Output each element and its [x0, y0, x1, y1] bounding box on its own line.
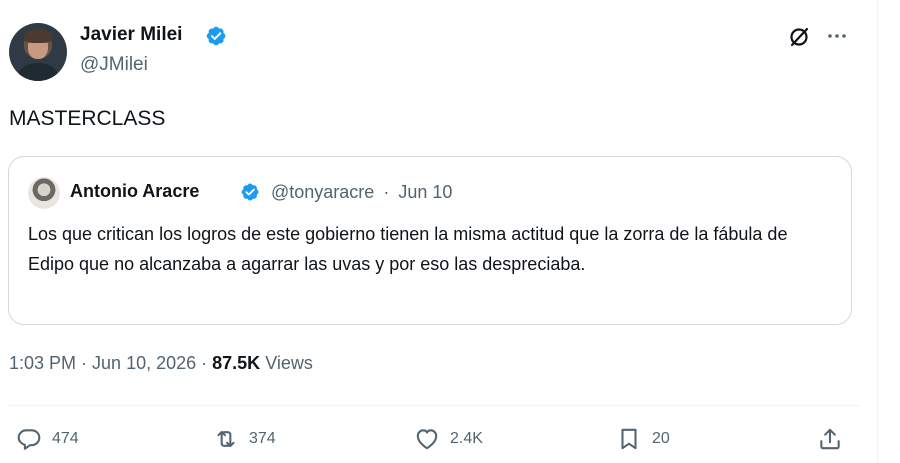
- quoted-author-name: Antonio Aracre: [70, 181, 200, 201]
- quoted-date[interactable]: Jun 10: [398, 182, 452, 202]
- more-icon[interactable]: [826, 25, 848, 47]
- grok-icon[interactable]: [788, 26, 810, 48]
- retweet-count: 374: [249, 430, 276, 447]
- tweet-text: MASTERCLASS: [9, 107, 166, 130]
- quoted-meta: @tonyaracre · Jun 10: [271, 182, 452, 203]
- reply-button[interactable]: 474: [16, 425, 79, 453]
- views-label: Views: [260, 353, 313, 373]
- meta-separator: ·: [196, 353, 213, 373]
- views-count[interactable]: 87.5K: [212, 353, 260, 373]
- quoted-tweet-card[interactable]: Antonio Aracre @tonyaracre · Jun 10 Los …: [8, 156, 852, 325]
- bookmark-count: 20: [652, 430, 670, 447]
- tweet-date[interactable]: Jun 10, 2026: [92, 353, 196, 373]
- quoted-handle: @tonyaracre: [271, 182, 375, 202]
- quoted-author-avatar[interactable]: [28, 177, 60, 209]
- share-button[interactable]: [817, 425, 843, 453]
- reply-icon: [17, 429, 41, 450]
- author-avatar[interactable]: [9, 23, 67, 81]
- quoted-verified-badge-icon: [241, 183, 259, 201]
- like-button[interactable]: 2.4K: [414, 425, 483, 453]
- divider: [9, 405, 860, 406]
- meta-separator: ·: [76, 353, 93, 373]
- author-handle[interactable]: @JMilei: [80, 54, 148, 76]
- quoted-tweet-text: Los que critican los logros de este gobi…: [28, 224, 788, 274]
- retweet-button[interactable]: 374: [213, 425, 276, 453]
- tweet-meta: 1:03 PM · Jun 10, 2026 · 87.5K Views: [9, 353, 313, 374]
- author-name[interactable]: Javier Milei: [80, 24, 182, 46]
- like-count: 2.4K: [450, 430, 483, 447]
- retweet-icon: [217, 430, 235, 448]
- verified-badge-icon[interactable]: [205, 25, 227, 47]
- heart-icon: [416, 429, 438, 450]
- column-border: [877, 0, 878, 463]
- bookmark-button[interactable]: 20: [616, 425, 670, 453]
- bookmark-icon: [621, 428, 637, 450]
- tweet-time[interactable]: 1:03 PM: [9, 353, 76, 373]
- reply-count: 474: [52, 430, 79, 447]
- quoted-separator: ·: [383, 182, 390, 202]
- share-icon: [820, 428, 840, 450]
